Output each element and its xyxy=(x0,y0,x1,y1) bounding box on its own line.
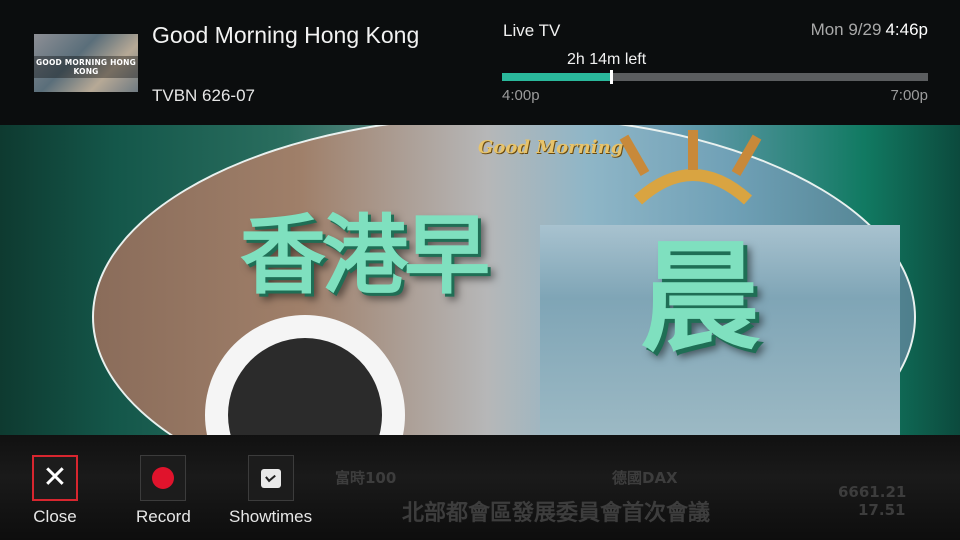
program-progress-bar xyxy=(502,70,928,84)
ticker-item: 富時100 xyxy=(335,469,397,487)
record-button-frame[interactable] xyxy=(140,455,187,501)
showtimes-label: Showtimes xyxy=(229,507,313,526)
close-label: Close xyxy=(33,507,77,526)
ticker-number: 17.51 xyxy=(858,501,906,519)
live-tv-label: Live TV xyxy=(503,21,561,40)
showtimes-button[interactable]: Showtimes xyxy=(229,455,312,527)
time-remaining: 2h 14m left xyxy=(567,51,647,68)
current-time: 4:46p xyxy=(885,20,928,39)
progress-fill xyxy=(502,73,612,81)
live-video: Good Morning 香港早 晨 xyxy=(0,125,960,435)
record-button[interactable]: Record xyxy=(136,455,191,527)
showtimes-button-frame[interactable] xyxy=(247,455,294,501)
program-info-bar: GOOD MORNING HONG KONG Good Morning Hong… xyxy=(0,0,960,125)
current-date: Mon 9/29 xyxy=(810,20,882,39)
show-logo-text: 香港早 xyxy=(240,206,490,306)
close-button[interactable]: ✕ Close xyxy=(32,455,78,527)
close-icon: ✕ xyxy=(42,460,68,495)
calendar-icon xyxy=(260,468,281,488)
good-morning-script: Good Morning xyxy=(478,137,624,158)
ticker-item: 北部都會區發展委員會首次會議 xyxy=(402,501,711,526)
channel-label: TVBN 626-07 xyxy=(152,86,255,105)
ticker-item: 德國DAX xyxy=(612,469,678,487)
program-start-time: 4:00p xyxy=(502,87,540,104)
progress-playhead xyxy=(610,70,614,84)
thumbnail-caption: GOOD MORNING HONG KONG xyxy=(34,56,138,78)
show-logo-big-char: 晨 xyxy=(640,229,760,368)
close-button-frame[interactable]: ✕ xyxy=(32,455,78,501)
record-icon xyxy=(152,467,175,489)
ticker-number: 6661.21 xyxy=(838,483,907,501)
record-label: Record xyxy=(136,507,191,526)
program-title: Good Morning Hong Kong xyxy=(152,22,420,48)
sun-rays-graphic xyxy=(619,130,762,205)
program-thumbnail: GOOD MORNING HONG KONG xyxy=(34,34,138,92)
program-end-time: 7:00p xyxy=(890,87,928,104)
current-datetime: Mon 9/29 4:46p xyxy=(811,20,928,40)
